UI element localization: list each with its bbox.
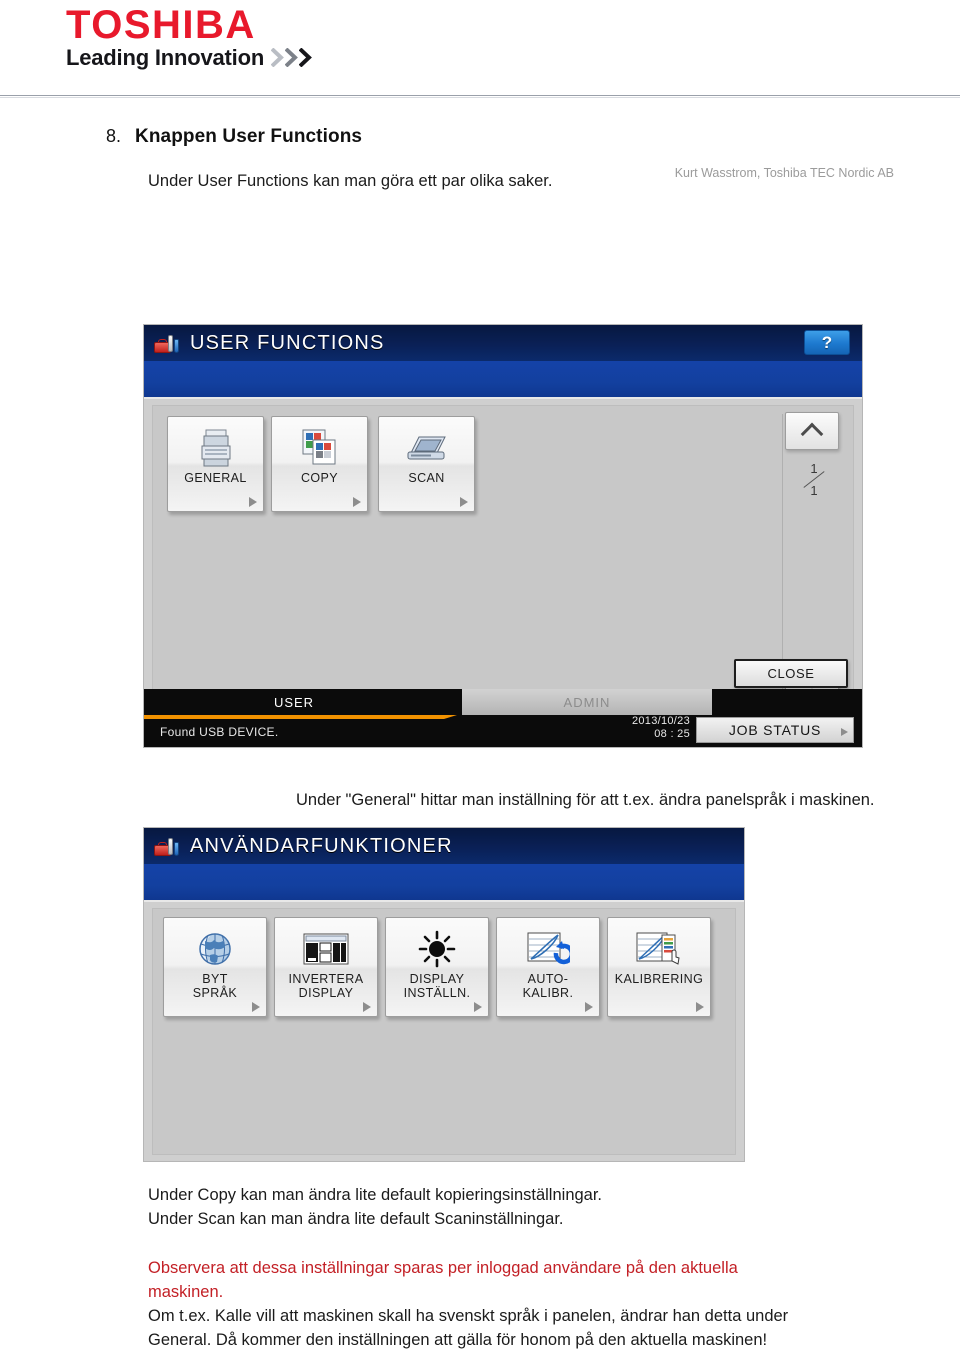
anvandarfunktioner-panel-screenshot: ANVÄNDARFUNKTIONER BYT SPRÅK INVERTERA D… <box>143 827 745 1162</box>
display-installn-button[interactable]: DISPLAY INSTÄLLN. <box>385 917 489 1017</box>
panel1-tile-row-scan: SCAN <box>378 416 475 512</box>
invertera-display-button[interactable]: INVERTERA DISPLAY <box>274 917 378 1017</box>
general-description-text: Under "General" hittar man inställning f… <box>296 791 875 809</box>
status-date-value: 2013/10/23 <box>631 714 690 727</box>
body-line-3: Om t.ex. Kalle vill att maskinen skall h… <box>148 1306 789 1325</box>
panel2-body-inner: BYT SPRÅK INVERTERA DISPLAY DISPLAY INST… <box>152 908 736 1155</box>
status-time-value: 08 : 25 <box>654 728 690 741</box>
panel1-pager: 1 1 <box>783 410 845 700</box>
tab-user-active-indicator <box>144 715 457 719</box>
body-line-4: General. Då kommer den inställningen att… <box>148 1330 768 1349</box>
body-text-block: Under Copy kan man ändra lite default ko… <box>148 1184 788 1353</box>
triangle-right-icon <box>460 497 468 507</box>
tile-label: BYT SPRÅK <box>192 972 238 1001</box>
triangle-right-icon <box>249 497 257 507</box>
tab-user[interactable]: USER <box>144 689 444 715</box>
status-message: Found USB DEVICE. <box>160 725 279 739</box>
page-indicator: 1 1 <box>783 462 845 497</box>
printer-icon <box>199 427 233 469</box>
toshiba-logo: TOSHIBA Leading Innovation <box>66 4 312 71</box>
panel1-status-bar: USER ADMIN Found USB DEVICE. 2013/10/23 … <box>144 689 862 747</box>
byt-sprak-button[interactable]: BYT SPRÅK <box>163 917 267 1017</box>
user-functions-panel-screenshot: USER FUNCTIONS ? GENERAL COPY SCAN 1 1 C… <box>143 324 863 748</box>
tile-label: GENERAL <box>184 471 247 485</box>
panel1-titlebar: USER FUNCTIONS ? <box>144 325 862 361</box>
job-status-button[interactable]: JOB STATUS <box>696 717 854 743</box>
page-footer: Kurt Wasstrom, Toshiba TEC Nordic AB <box>674 165 894 180</box>
tile-label: DISPLAY INSTÄLLN. <box>403 972 471 1001</box>
header-divider <box>0 95 960 96</box>
panel2-titlebar: ANVÄNDARFUNKTIONER <box>144 828 744 864</box>
invert-display-icon <box>303 928 349 970</box>
triangle-right-icon <box>585 1002 593 1012</box>
job-status-label: JOB STATUS <box>728 722 822 738</box>
triangle-right-icon <box>353 497 361 507</box>
body-line-2: Under Scan kan man ändra lite default Sc… <box>148 1209 564 1228</box>
section-number: 8. <box>106 126 122 146</box>
close-button[interactable]: CLOSE <box>734 659 848 688</box>
user-functions-general-button[interactable]: GENERAL <box>167 416 264 512</box>
body-line-1: Under Copy kan man ändra lite default ko… <box>148 1186 603 1204</box>
document-content: 8. Knappen User Functions Under User Fun… <box>0 126 960 1349</box>
tile-label: AUTO- KALIBR. <box>522 972 574 1001</box>
section-heading: 8. Knappen User Functions <box>106 126 960 148</box>
page-header: TOSHIBA Leading Innovation <box>0 0 960 98</box>
auto-kalibr-button[interactable]: AUTO- KALIBR. <box>496 917 600 1017</box>
panel2-title: ANVÄNDARFUNKTIONER <box>190 834 453 857</box>
triangle-right-icon <box>363 1002 371 1012</box>
note-line-1: Observera att dessa inställningar sparas… <box>148 1258 738 1277</box>
toolbox-icon <box>154 333 180 353</box>
user-functions-scan-button[interactable]: SCAN <box>378 416 475 512</box>
tile-label: INVERTERA DISPLAY <box>288 972 364 1001</box>
tile-label: KALIBRERING <box>614 972 704 986</box>
panel2-body: BYT SPRÅK INVERTERA DISPLAY DISPLAY INST… <box>144 902 744 1161</box>
globe-icon <box>197 928 233 970</box>
help-question-icon[interactable]: ? <box>804 330 850 355</box>
triple-chevron-right-icon <box>271 47 312 67</box>
brand-tagline: Leading Innovation <box>66 45 265 70</box>
triangle-right-icon <box>474 1002 482 1012</box>
header-divider-light <box>0 97 960 98</box>
copy-pages-icon <box>301 427 339 469</box>
tile-label: SCAN <box>408 471 445 485</box>
toolbox-icon <box>154 836 180 856</box>
auto-calibration-icon <box>526 928 570 970</box>
user-functions-copy-button[interactable]: COPY <box>271 416 368 512</box>
panel2-subheader-band <box>144 864 744 902</box>
triangle-right-icon <box>252 1002 260 1012</box>
panel1-title: USER FUNCTIONS <box>190 331 385 354</box>
page-current: 1 <box>810 461 818 476</box>
panel2-tile-row: BYT SPRÅK INVERTERA DISPLAY DISPLAY INST… <box>163 917 711 1017</box>
chevron-up-icon <box>800 422 824 445</box>
brand-name: TOSHIBA <box>66 3 256 47</box>
page-title: Knappen User Functions <box>135 126 363 147</box>
triangle-right-icon <box>696 1002 704 1012</box>
status-datetime: 2013/10/23 08 : 25 <box>632 715 690 743</box>
tile-label: COPY <box>300 471 339 485</box>
page-total: 1 <box>810 483 818 498</box>
tab-admin[interactable]: ADMIN <box>462 689 712 715</box>
note-line-2: maskinen. <box>148 1282 224 1301</box>
scroll-up-button[interactable] <box>785 412 839 450</box>
triangle-right-icon <box>841 728 848 736</box>
scanner-icon <box>405 427 449 469</box>
kalibrering-button[interactable]: KALIBRERING <box>607 917 711 1017</box>
panel1-subheader-band <box>144 361 862 399</box>
brightness-sun-icon <box>418 928 456 970</box>
panel1-tile-row: GENERAL COPY <box>167 416 368 512</box>
calibration-hand-icon <box>636 928 682 970</box>
